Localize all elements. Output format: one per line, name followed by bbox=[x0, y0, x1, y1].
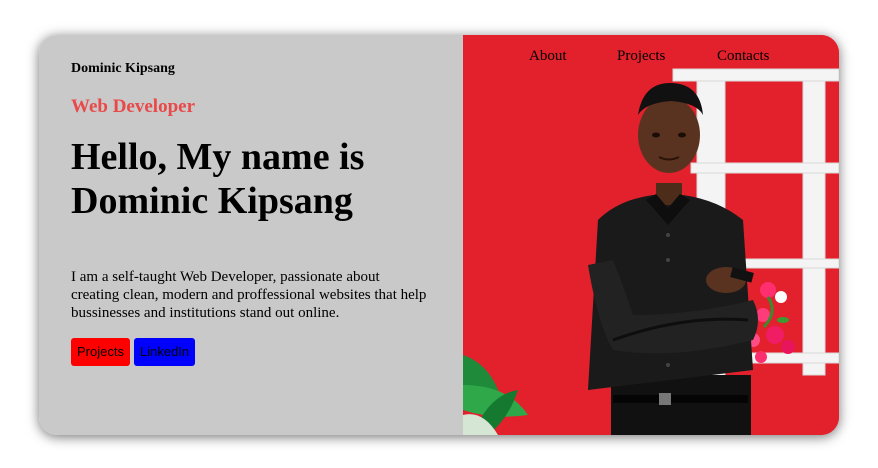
top-navigation: About Projects Contacts bbox=[463, 48, 839, 68]
headline-line-2: Dominic Kipsang bbox=[71, 180, 353, 222]
action-buttons: Projects LinkedIn bbox=[71, 338, 196, 366]
hero-headline: Hello, My name is Dominic Kipsang bbox=[71, 135, 431, 223]
headline-line-1: Hello, My name is bbox=[71, 136, 365, 178]
job-title: Web Developer bbox=[71, 96, 196, 117]
brand-name: Dominic Kipsang bbox=[71, 61, 175, 76]
nav-projects[interactable]: Projects bbox=[617, 48, 665, 65]
bio-text: I am a self-taught Web Developer, passio… bbox=[71, 269, 427, 321]
intro-panel: Dominic Kipsang Web Developer Hello, My … bbox=[39, 35, 463, 435]
portrait-photo bbox=[463, 35, 839, 435]
hero-card: Dominic Kipsang Web Developer Hello, My … bbox=[39, 35, 839, 435]
projects-button[interactable]: Projects bbox=[71, 338, 130, 366]
nav-contacts[interactable]: Contacts bbox=[717, 48, 770, 65]
portrait-panel: About Projects Contacts bbox=[463, 35, 839, 435]
nav-about[interactable]: About bbox=[529, 48, 567, 65]
linkedin-button[interactable]: LinkedIn bbox=[133, 338, 196, 366]
